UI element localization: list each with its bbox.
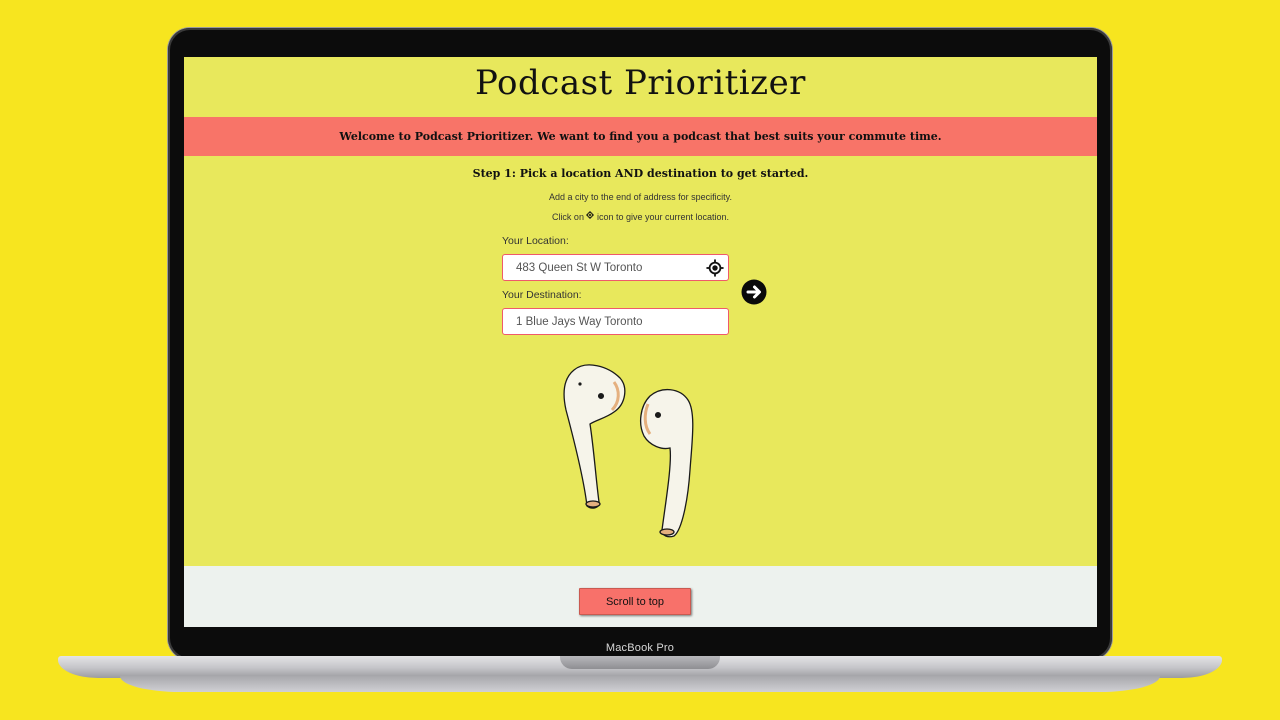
location-label: Your Location: (502, 235, 569, 247)
browser-screen: Podcast Prioritizer Welcome to Podcast P… (184, 57, 1097, 627)
laptop-notch (560, 656, 720, 669)
hint-prefix: Click on (551, 212, 584, 222)
arrow-right-circle-icon[interactable] (741, 279, 767, 305)
welcome-banner: Welcome to Podcast Prioritizer. We want … (184, 117, 1097, 156)
destination-input[interactable] (502, 308, 729, 335)
destination-label: Your Destination: (502, 289, 582, 301)
hint-specificity: Add a city to the end of address for spe… (549, 192, 732, 202)
airpods-illustration (563, 364, 694, 538)
right-airpod (639, 389, 694, 538)
left-airpod (563, 364, 626, 509)
page-footer: Scroll to top (184, 566, 1097, 627)
crosshair-icon (586, 211, 595, 219)
device-label: MacBook Pro (605, 642, 675, 654)
hint-current-location: Click on icon to give your current locat… (184, 211, 1097, 222)
page-title: Podcast Prioritizer (475, 63, 806, 103)
scroll-to-top-button[interactable]: Scroll to top (579, 588, 691, 615)
step-instruction: Step 1: Pick a location AND destination … (472, 167, 809, 180)
crosshair-icon[interactable] (706, 259, 724, 277)
hint-suffix: icon to give your current location. (596, 212, 730, 222)
page-header: Podcast Prioritizer (184, 57, 1097, 117)
laptop-base-underside (120, 676, 1160, 692)
location-input[interactable] (502, 254, 729, 281)
